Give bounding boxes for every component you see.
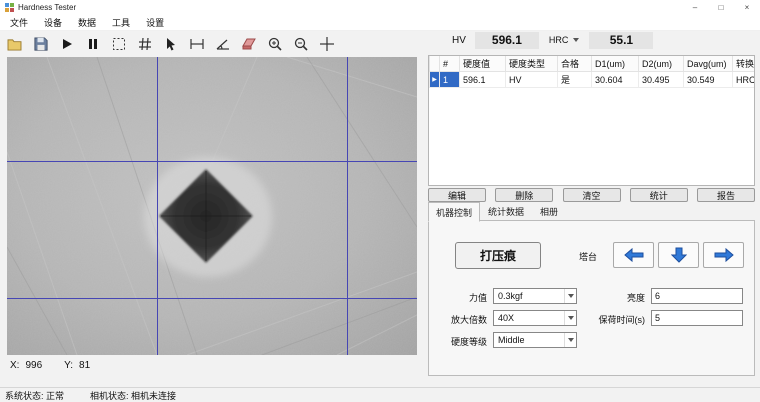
report-button[interactable]: 报告 bbox=[697, 188, 755, 202]
eraser-icon[interactable] bbox=[238, 34, 259, 55]
dwell-time-input[interactable] bbox=[651, 310, 743, 326]
cell-qualified: 是 bbox=[557, 71, 592, 88]
dropdown-arrow-icon bbox=[567, 338, 574, 342]
open-file-icon[interactable] bbox=[4, 34, 25, 55]
clear-button[interactable]: 清空 bbox=[562, 188, 621, 202]
toolbar bbox=[0, 31, 430, 57]
row-marker-icon: ▶ bbox=[429, 71, 440, 88]
camera-image[interactable] bbox=[6, 56, 418, 356]
tab-bar: 机器控制 统计数据 相册 bbox=[428, 201, 755, 222]
cell-davg: 30.549 bbox=[683, 71, 733, 88]
table-row[interactable]: ▶ 1 596.1 HV 是 30.604 30.495 30.549 HRC bbox=[429, 71, 754, 88]
menu-tools[interactable]: 工具 bbox=[104, 14, 138, 31]
cursor-icon[interactable] bbox=[160, 34, 181, 55]
table-header-row: # 硬度值 硬度类型 合格 D1(um) D2(um) Davg(um) 转换类 bbox=[429, 56, 754, 72]
col-qualified[interactable]: 合格 bbox=[557, 56, 592, 72]
hv-value: 596.1 bbox=[474, 31, 539, 49]
x-value: 996 bbox=[25, 360, 43, 371]
menu-data[interactable]: 数据 bbox=[70, 14, 104, 31]
app-icon bbox=[5, 3, 14, 12]
close-button[interactable]: × bbox=[734, 0, 760, 15]
conversion-select[interactable]: HRC bbox=[549, 35, 580, 45]
right-arrow-icon bbox=[714, 247, 734, 263]
cell-d1: 30.604 bbox=[591, 71, 639, 88]
grid-icon[interactable] bbox=[134, 34, 155, 55]
angle-measure-icon[interactable] bbox=[212, 34, 233, 55]
col-d1[interactable]: D1(um) bbox=[591, 56, 639, 72]
col-davg[interactable]: Davg(um) bbox=[683, 56, 733, 72]
menu-device[interactable]: 设备 bbox=[36, 14, 70, 31]
pause-icon[interactable] bbox=[82, 34, 103, 55]
crosshair-icon[interactable] bbox=[316, 34, 337, 55]
window-title: Hardness Tester bbox=[18, 3, 77, 12]
tab-album[interactable]: 相册 bbox=[532, 201, 566, 221]
window-controls: – □ × bbox=[682, 0, 760, 15]
cell-d2: 30.495 bbox=[638, 71, 684, 88]
table-actions: 编辑 删除 清空 统计 报告 bbox=[428, 188, 755, 202]
col-type[interactable]: 硬度类型 bbox=[505, 56, 558, 72]
cursor-coordinates: X: 996 Y: 81 bbox=[10, 360, 90, 371]
statistics-button[interactable]: 统计 bbox=[629, 188, 688, 202]
y-label: Y: bbox=[64, 360, 74, 371]
hardness-readout: HV 596.1 HRC 55.1 bbox=[432, 30, 756, 50]
marker-header bbox=[429, 56, 440, 72]
cell-type: HV bbox=[505, 71, 558, 88]
turret-label: 塔台 bbox=[579, 252, 598, 262]
indentation-image bbox=[6, 56, 418, 356]
results-table: # 硬度值 硬度类型 合格 D1(um) D2(um) Davg(um) 转换类… bbox=[429, 56, 754, 88]
camera-status: 相机状态: 相机未连接 bbox=[90, 390, 177, 401]
magnification-select-value: 40X bbox=[498, 313, 515, 323]
brightness-input[interactable] bbox=[651, 288, 743, 304]
save-icon[interactable] bbox=[30, 34, 51, 55]
cell-conversion: HRC bbox=[732, 71, 754, 88]
col-conversion[interactable]: 转换类 bbox=[732, 56, 754, 72]
title-bar: Hardness Tester – □ × bbox=[0, 0, 760, 15]
hv-label: HV bbox=[452, 34, 466, 46]
tab-machine-control[interactable]: 机器控制 bbox=[428, 202, 481, 222]
hardness-level-select[interactable]: Middle bbox=[493, 332, 577, 348]
maximize-button[interactable]: □ bbox=[708, 0, 734, 15]
horizontal-measure-icon[interactable] bbox=[186, 34, 207, 55]
left-arrow-icon bbox=[623, 247, 643, 263]
menu-settings[interactable]: 设置 bbox=[138, 14, 172, 31]
cell-hardness: 596.1 bbox=[459, 71, 506, 88]
dwell-time-label: 保荷时间(s) bbox=[598, 315, 646, 325]
turret-right-button[interactable] bbox=[703, 242, 744, 268]
zoom-in-icon[interactable] bbox=[264, 34, 285, 55]
col-d2[interactable]: D2(um) bbox=[638, 56, 684, 72]
turret-left-button[interactable] bbox=[613, 242, 654, 268]
system-status: 系统状态: 正常 bbox=[5, 390, 65, 401]
turret-down-button[interactable] bbox=[658, 242, 699, 268]
capture-region-icon[interactable] bbox=[108, 34, 129, 55]
status-bar: 系统状态: 正常 相机状态: 相机未连接 bbox=[0, 387, 760, 402]
play-icon[interactable] bbox=[56, 34, 77, 55]
conversion-select-label: HRC bbox=[548, 35, 569, 45]
x-label: X: bbox=[10, 360, 20, 371]
edit-button[interactable]: 编辑 bbox=[428, 188, 486, 202]
force-select-value: 0.3kgf bbox=[498, 291, 523, 301]
conversion-value: 55.1 bbox=[589, 31, 654, 49]
menu-file[interactable]: 文件 bbox=[2, 14, 36, 31]
hardness-level-label: 硬度等级 bbox=[450, 337, 487, 347]
make-indent-button[interactable]: 打压痕 bbox=[455, 242, 541, 269]
minimize-button[interactable]: – bbox=[682, 0, 708, 15]
zoom-out-icon[interactable] bbox=[290, 34, 311, 55]
machine-control-panel: 打压痕 塔台 力值 0.3kgf 放大倍数 40X 硬度等级 Middle 亮度… bbox=[428, 220, 755, 376]
magnification-label: 放大倍数 bbox=[450, 315, 487, 325]
y-value: 81 bbox=[79, 360, 91, 371]
cell-index: 1 bbox=[439, 71, 460, 88]
app-window: Hardness Tester – □ × 文件 设备 数据 工具 设置 HV … bbox=[0, 0, 760, 402]
dropdown-arrow-icon bbox=[573, 38, 580, 42]
hardness-level-select-value: Middle bbox=[498, 335, 525, 345]
menu-bar: 文件 设备 数据 工具 设置 bbox=[0, 15, 760, 31]
col-hardness[interactable]: 硬度值 bbox=[459, 56, 506, 72]
results-table-container: # 硬度值 硬度类型 合格 D1(um) D2(um) Davg(um) 转换类… bbox=[428, 55, 755, 186]
brightness-label: 亮度 bbox=[626, 293, 645, 303]
delete-button[interactable]: 删除 bbox=[495, 188, 554, 202]
force-label: 力值 bbox=[468, 293, 487, 303]
tab-statistics-data[interactable]: 统计数据 bbox=[480, 201, 532, 221]
down-arrow-icon bbox=[670, 247, 687, 263]
col-index[interactable]: # bbox=[439, 56, 460, 72]
